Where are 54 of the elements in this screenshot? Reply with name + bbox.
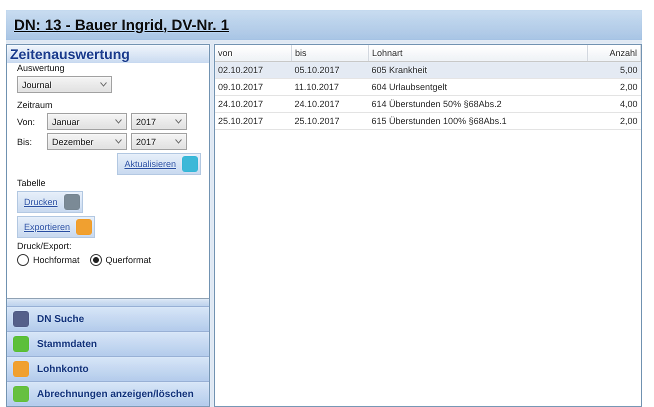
field-label: Bis: xyxy=(17,136,34,146)
chevron-down-icon xyxy=(115,139,122,144)
nav-item[interactable]: Stammdaten xyxy=(7,331,209,356)
month-dropdown[interactable]: Dezember xyxy=(47,133,127,150)
column-header[interactable]: von xyxy=(215,45,292,62)
table-cell: 05.10.2017 xyxy=(292,62,368,78)
table-cell: 5,00 xyxy=(587,62,640,78)
table-cell: 25.10.2017 xyxy=(215,112,292,130)
chevron-down-icon xyxy=(175,119,182,124)
radio-label: Querformat xyxy=(106,255,152,265)
field-label: Von: xyxy=(17,116,36,126)
print-button[interactable]: Drucken xyxy=(17,191,83,213)
table-row[interactable]: 25.10.2017 25.10.2017 615 Überstunden 100% §68Abs.1 2,00 xyxy=(215,112,640,130)
nav-item[interactable]: Abrechnungen anzeigen/löschen xyxy=(7,381,209,406)
splitter-handle[interactable] xyxy=(7,298,209,306)
radio-button[interactable] xyxy=(90,254,102,266)
chevron-down-icon xyxy=(115,119,122,124)
table-cell: 605 Krankheit xyxy=(368,62,588,78)
radio-label: Hochformat xyxy=(33,255,80,265)
table-row[interactable]: 02.10.2017 05.10.2017 605 Krankheit 5,00 xyxy=(215,62,640,78)
table-cell: 614 Überstunden 50% §68Abs.2 xyxy=(368,96,588,112)
column-header[interactable]: Lohnart xyxy=(368,45,588,62)
table-cell: 24.10.2017 xyxy=(292,96,368,112)
table-cell: 25.10.2017 xyxy=(292,112,368,130)
field-label: Auswertung xyxy=(17,63,65,73)
export-button[interactable]: Exportieren xyxy=(17,216,96,238)
chevron-down-icon xyxy=(175,139,182,144)
month-dropdown[interactable]: Januar xyxy=(47,113,127,130)
table-cell: 11.10.2017 xyxy=(292,78,368,96)
table-cell: 09.10.2017 xyxy=(215,78,292,96)
radio-button[interactable] xyxy=(17,254,29,266)
column-header[interactable]: Anzahl xyxy=(587,45,640,62)
nav-item[interactable]: DN Suche xyxy=(7,306,209,331)
field-label: Tabelle xyxy=(17,178,46,188)
field-label: Zeitraum xyxy=(17,100,53,110)
chevron-down-icon xyxy=(100,82,107,87)
refresh-button[interactable]: Aktualisieren xyxy=(117,153,201,175)
nav-item[interactable]: Lohnkonto xyxy=(7,356,209,381)
table-cell: 604 Urlaubsentgelt xyxy=(368,78,588,96)
table-row[interactable]: 09.10.2017 11.10.2017 604 Urlaubsentgelt 2,00 xyxy=(215,78,640,96)
table-cell: 2,00 xyxy=(587,78,640,96)
year-dropdown[interactable]: 2017 xyxy=(131,133,187,150)
table-cell: 2,00 xyxy=(587,112,640,130)
table-cell: 24.10.2017 xyxy=(215,96,292,112)
report-dropdown[interactable]: Journal xyxy=(17,76,112,93)
panel-title: Zeitenauswertung xyxy=(7,45,209,63)
table-cell: 02.10.2017 xyxy=(215,62,292,78)
year-dropdown[interactable]: 2017 xyxy=(131,113,187,130)
table-cell: 4,00 xyxy=(587,96,640,112)
window-title: DN: 13 - Bauer Ingrid, DV-Nr. 1 xyxy=(14,16,230,34)
table-row[interactable]: 24.10.2017 24.10.2017 614 Überstunden 50% §68Abs.2 4,00 xyxy=(215,96,640,112)
column-header[interactable]: bis xyxy=(292,45,368,62)
field-label: Druck/Export: xyxy=(17,241,72,251)
table-cell: 615 Überstunden 100% §68Abs.1 xyxy=(368,112,588,130)
